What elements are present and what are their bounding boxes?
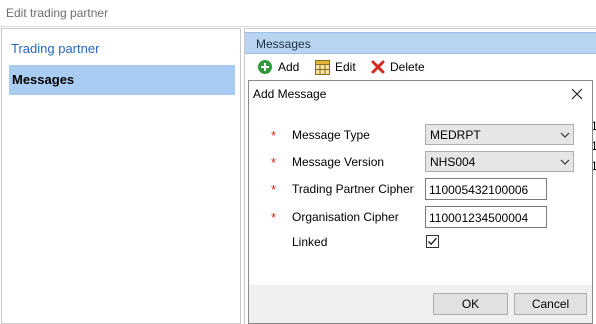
dialog-body: * Message Type MEDRPT * Message Version … — [249, 107, 592, 285]
window-titlebar: Edit trading partner — [0, 0, 596, 27]
add-label: Add — [278, 60, 300, 74]
add-button[interactable]: Add — [257, 58, 299, 76]
delete-button[interactable]: Delete — [371, 58, 425, 76]
red-x-icon — [371, 60, 385, 74]
dialog-titlebar: Add Message — [249, 81, 592, 107]
nav-item-messages[interactable]: Messages — [9, 65, 235, 95]
dialog-footer: OK Cancel — [249, 285, 592, 323]
trading-partner-cipher-field[interactable]: 110005432100006 — [425, 178, 547, 200]
required-marker: * — [271, 155, 277, 170]
trading-partner-cipher-label: Trading Partner Cipher — [292, 182, 414, 196]
message-type-value: MEDRPT — [430, 128, 481, 142]
edit-label: Edit — [335, 60, 356, 74]
delete-label: Delete — [390, 60, 425, 74]
linked-label: Linked — [292, 235, 328, 249]
required-marker: * — [271, 182, 277, 197]
organisation-cipher-field[interactable]: 110001234500004 — [425, 206, 547, 228]
nav-panel: Trading partner Messages — [1, 28, 241, 324]
message-type-select[interactable]: MEDRPT — [425, 124, 574, 145]
grid-edit-icon — [315, 59, 330, 75]
messages-header: Messages — [245, 32, 596, 54]
linked-checkbox[interactable] — [426, 235, 439, 248]
close-button[interactable] — [567, 85, 587, 103]
message-version-value: NHS004 — [430, 155, 476, 169]
organisation-cipher-label: Organisation Cipher — [292, 210, 399, 224]
trading-partner-cipher-value: 110005432100006 — [429, 183, 529, 197]
titlebar-divider — [0, 26, 596, 27]
cancel-button[interactable]: Cancel — [514, 293, 587, 315]
organisation-cipher-value: 110001234500004 — [429, 211, 529, 225]
message-type-label: Message Type — [292, 128, 370, 142]
plus-circle-icon — [258, 60, 272, 74]
ok-button[interactable]: OK — [433, 293, 508, 315]
messages-toolbar: Add Edit Delete — [245, 56, 596, 78]
window-title: Edit trading partner — [6, 6, 109, 20]
chevron-down-icon — [560, 159, 570, 165]
add-message-dialog: Add Message * Message Type MEDRPT * Mess… — [248, 80, 593, 324]
close-icon — [571, 88, 583, 100]
edit-button[interactable]: Edit — [315, 58, 356, 76]
nav-item-messages-label: Messages — [12, 72, 75, 87]
messages-header-title: Messages — [256, 37, 311, 51]
chevron-down-icon — [560, 132, 570, 138]
nav-item-trading-partner[interactable]: Trading partner — [11, 41, 99, 56]
required-marker: * — [271, 210, 277, 225]
message-version-label: Message Version — [292, 155, 385, 169]
checkmark-icon — [428, 237, 437, 246]
dialog-title: Add Message — [253, 87, 327, 101]
required-marker: * — [271, 128, 277, 143]
message-version-select[interactable]: NHS004 — [425, 151, 574, 172]
